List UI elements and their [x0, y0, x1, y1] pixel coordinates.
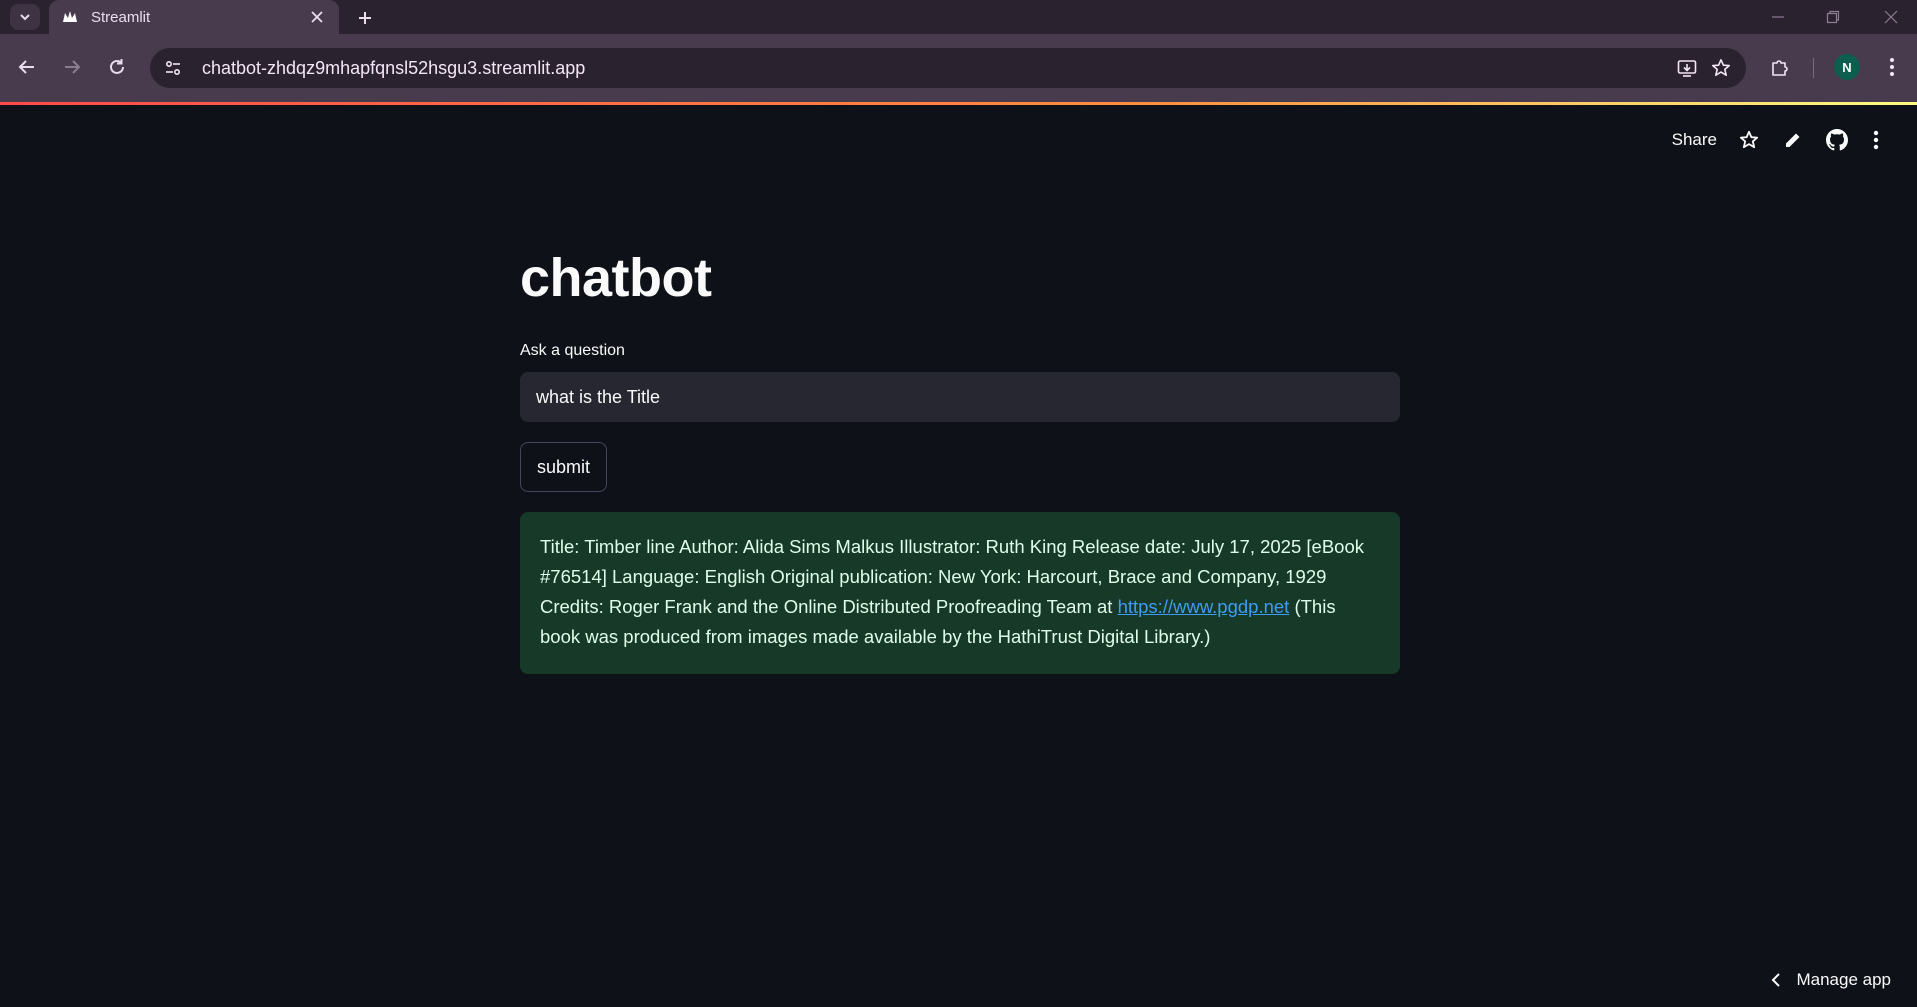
install-app-button[interactable]: [1670, 51, 1704, 85]
url-text[interactable]: chatbot-zhdqz9mhapfqnsl52hsgu3.streamlit…: [202, 58, 1670, 79]
minimize-icon: [1772, 16, 1784, 18]
puzzle-icon: [1772, 60, 1788, 76]
main-menu-button[interactable]: [1859, 122, 1893, 158]
restore-icon: [1826, 10, 1840, 24]
github-button[interactable]: [1815, 122, 1859, 158]
restore-window-button[interactable]: [1821, 6, 1845, 28]
question-label: Ask a question: [520, 342, 625, 359]
avatar: N: [1834, 54, 1860, 80]
edit-button[interactable]: [1771, 122, 1815, 158]
submit-button[interactable]: submit: [520, 442, 608, 492]
question-input[interactable]: [520, 372, 1400, 422]
back-button[interactable]: [11, 51, 43, 83]
page-title: chatbot: [520, 248, 712, 308]
browser-menu-button[interactable]: [1876, 51, 1908, 83]
install-icon: [1677, 60, 1697, 77]
tab-title: Streamlit: [91, 8, 151, 26]
bookmark-button[interactable]: [1704, 51, 1738, 85]
share-button[interactable]: Share: [1662, 122, 1727, 158]
close-window-button[interactable]: [1879, 6, 1903, 28]
pencil-icon: [1786, 133, 1800, 147]
github-icon: [1826, 129, 1848, 151]
profile-button[interactable]: N: [1831, 51, 1863, 83]
address-bar[interactable]: chatbot-zhdqz9mhapfqnsl52hsgu3.streamlit…: [150, 48, 1746, 88]
main-block: chatbot Ask a question submit Title: Tim…: [520, 240, 1400, 674]
arrow-right-icon: [65, 60, 81, 74]
reload-icon: [110, 59, 124, 74]
answer-box: Title: Timber line Author: Alida Sims Ma…: [520, 512, 1400, 674]
new-tab-button[interactable]: [352, 5, 378, 31]
browser-tab-bar: Streamlit: [0, 0, 1917, 34]
close-tab-icon[interactable]: [307, 7, 327, 27]
manage-app-button[interactable]: Manage app: [1770, 965, 1891, 995]
tab-list-button[interactable]: [10, 4, 40, 30]
site-info-button[interactable]: [156, 51, 190, 85]
extensions-button[interactable]: [1764, 51, 1796, 83]
toolbar-divider: [1813, 58, 1814, 78]
answer-link[interactable]: https://www.pgdp.net: [1118, 596, 1290, 617]
minimize-window-button[interactable]: [1766, 6, 1790, 28]
close-icon: [1884, 10, 1898, 24]
forward-button[interactable]: [56, 51, 88, 83]
star-icon: [1739, 130, 1759, 149]
chevron-left-icon: [1772, 973, 1781, 987]
kebab-menu-icon: [1890, 58, 1894, 76]
arrow-left-icon: [18, 60, 34, 74]
kebab-menu-icon: [1873, 130, 1879, 150]
reload-button[interactable]: [101, 51, 133, 83]
manage-app-label: Manage app: [1796, 970, 1891, 989]
star-icon: [1712, 59, 1730, 76]
browser-toolbar: chatbot-zhdqz9mhapfqnsl52hsgu3.streamlit…: [0, 34, 1917, 102]
browser-tab[interactable]: Streamlit: [49, 0, 339, 34]
app-header-actions: Share: [1662, 122, 1893, 158]
plus-icon: [359, 12, 371, 24]
favorite-button[interactable]: [1727, 122, 1771, 158]
tune-icon: [165, 60, 181, 76]
chevron-down-icon: [20, 14, 30, 21]
streamlit-decoration-bar: [0, 102, 1917, 105]
streamlit-favicon-icon: [61, 8, 79, 26]
